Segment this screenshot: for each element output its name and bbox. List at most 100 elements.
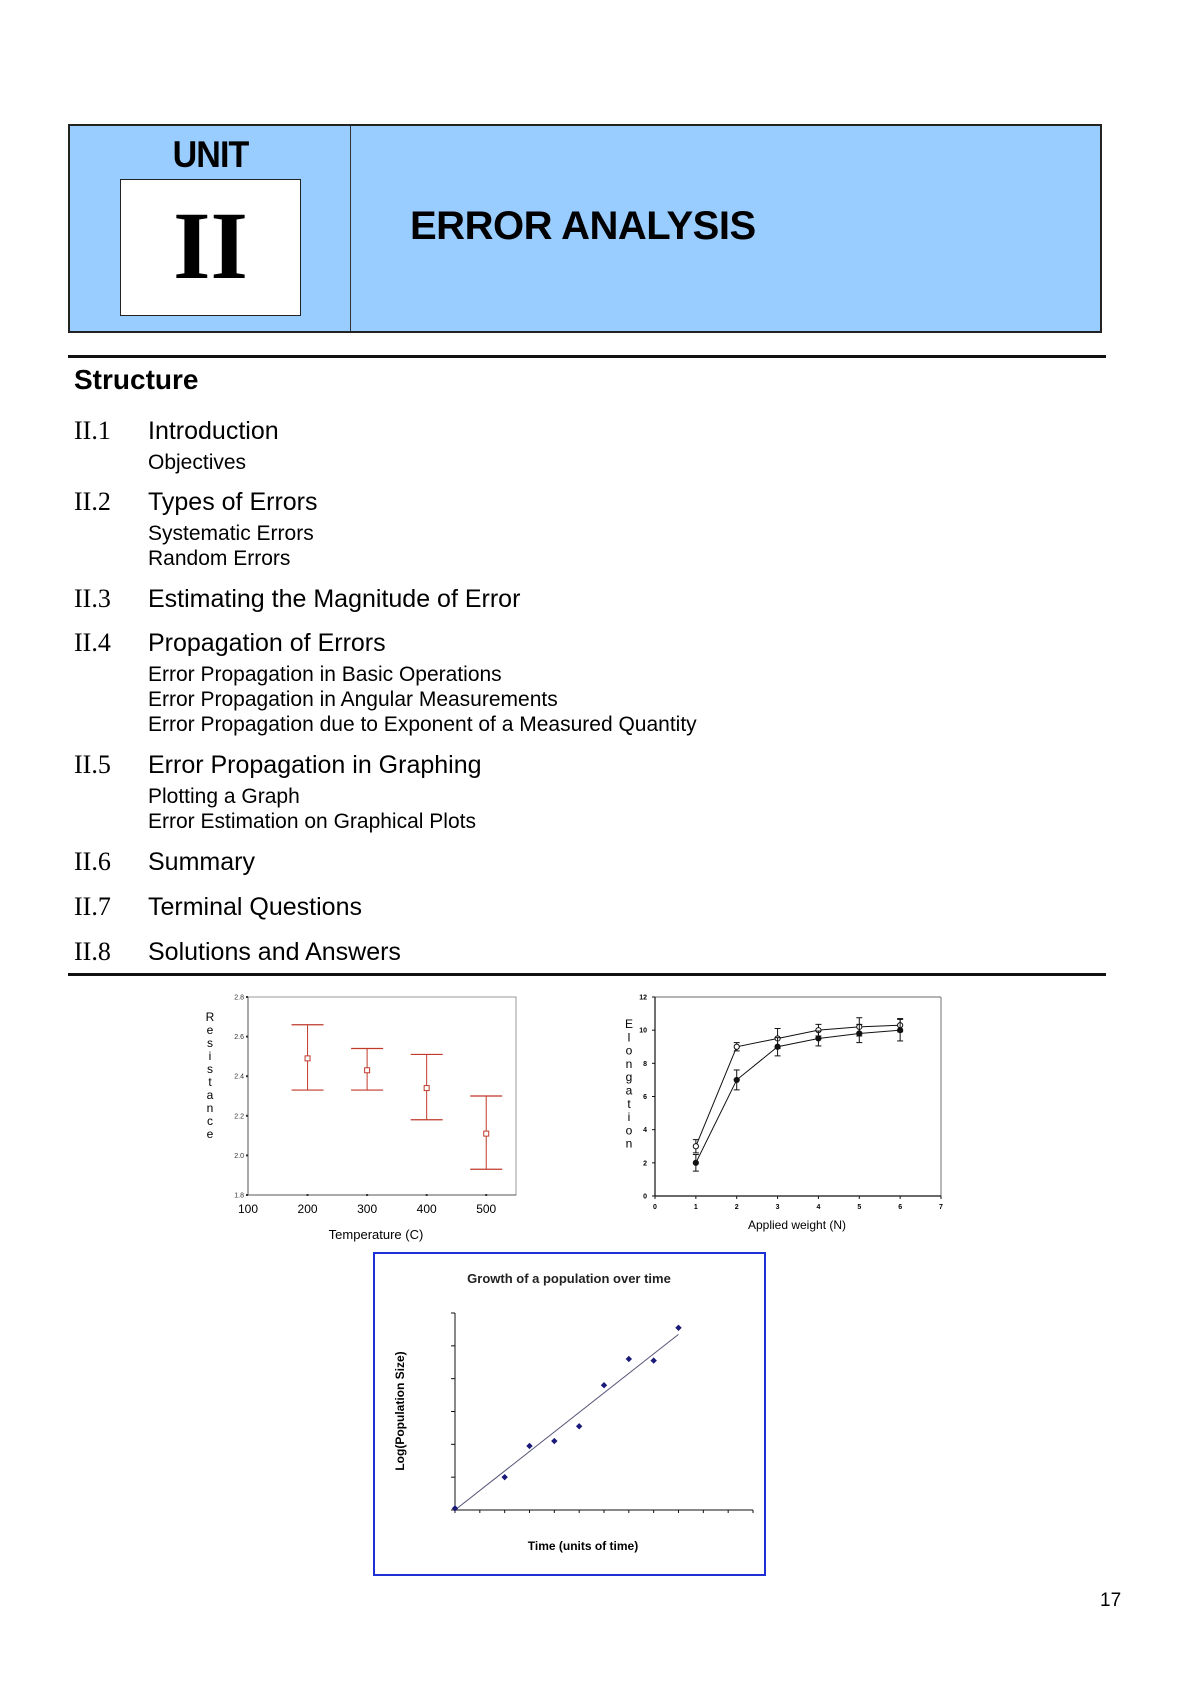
toc-section-number: II.7 xyxy=(74,892,111,921)
y-tick-label: 2.6 xyxy=(234,1034,244,1041)
toc-subsection: Systematic Errors xyxy=(148,522,314,545)
x-tick-label: 4 xyxy=(816,1204,820,1211)
y-axis-label-letter: c xyxy=(207,1114,213,1128)
toc-subsection: Error Propagation in Angular Measurement… xyxy=(148,688,558,711)
filled-data-point xyxy=(692,1159,699,1166)
data-point xyxy=(304,1055,311,1062)
x-tick-label: 200 xyxy=(298,1202,318,1216)
toc-section-number: II.1 xyxy=(74,416,111,445)
data-point-group xyxy=(733,1042,740,1052)
data-point xyxy=(364,1067,371,1074)
y-axis-label-letter: E xyxy=(625,1017,633,1031)
y-axis-label-letter: t xyxy=(208,1075,212,1089)
y-tick-label: 8 xyxy=(643,1061,647,1068)
unit-number-box: II xyxy=(120,179,301,316)
chart-border xyxy=(373,1252,766,1576)
filled-data-point xyxy=(897,1027,904,1034)
x-tick-label: 1 xyxy=(694,1204,698,1211)
unit-title: ERROR ANALYSIS xyxy=(410,204,756,248)
toc-section-title: Summary xyxy=(148,848,255,876)
x-tick xyxy=(306,1194,309,1196)
toc-subsection: Plotting a Graph xyxy=(148,785,300,808)
unit-label: UNIT xyxy=(172,134,250,175)
y-axis-label: Log(Population Size) xyxy=(393,1351,407,1470)
toc-subsection: Error Estimation on Graphical Plots xyxy=(148,810,476,833)
unit-badge-panel: UNIT II xyxy=(70,126,351,331)
toc-section-title: Terminal Questions xyxy=(148,893,362,921)
x-tick-label: 7 xyxy=(939,1204,943,1211)
toc-section-title: Solutions and Answers xyxy=(148,938,401,966)
y-axis-label: Resistance xyxy=(206,1010,215,1141)
y-axis-label-letter: n xyxy=(207,1101,214,1115)
y-axis-label-letter: e xyxy=(207,1023,214,1037)
y-axis-label-letter: l xyxy=(628,1030,631,1044)
y-tick xyxy=(246,1194,248,1196)
open-data-point xyxy=(733,1043,740,1050)
toc-section-title: Types of Errors xyxy=(148,488,318,516)
series-line xyxy=(695,1024,901,1147)
toc-section-title: Propagation of Errors xyxy=(148,629,386,657)
y-tick-label: 1.8 xyxy=(234,1193,244,1200)
toc-section-title: Estimating the Magnitude of Error xyxy=(148,585,521,613)
structure-bottom-rule xyxy=(68,973,1106,976)
y-axis-label-letter: n xyxy=(626,1137,633,1151)
filled-data-point xyxy=(815,1035,822,1042)
toc-section-number: II.3 xyxy=(74,584,111,613)
y-tick-label: 0 xyxy=(643,1194,647,1201)
data-point-group xyxy=(733,1069,740,1091)
x-tick-label: 100 xyxy=(238,1202,258,1216)
x-tick-label: 3 xyxy=(776,1204,780,1211)
y-axis-label-letter: e xyxy=(207,1127,214,1141)
y-axis-label-letter: s xyxy=(207,1036,213,1050)
y-tick-label: 2.2 xyxy=(234,1113,244,1120)
y-axis-label-letter: n xyxy=(626,1057,633,1071)
x-axis-label: Time (units of time) xyxy=(528,1539,638,1553)
population-growth-chart: Growth of a population over time Time (u… xyxy=(373,1252,766,1576)
toc-section-number: II.5 xyxy=(74,750,111,779)
x-tick-label: 500 xyxy=(476,1202,496,1216)
toc-section-title: Error Propagation in Graphing xyxy=(148,751,482,779)
filled-data-point xyxy=(774,1043,781,1050)
page-number: 17 xyxy=(1100,1590,1122,1611)
x-tick-label: 400 xyxy=(417,1202,437,1216)
y-axis-label-letter: i xyxy=(628,1110,631,1124)
y-tick-label: 12 xyxy=(639,995,647,1002)
y-tick-label: 4 xyxy=(643,1127,647,1134)
toc-section-number: II.8 xyxy=(74,937,111,966)
y-tick xyxy=(246,1075,248,1078)
y-axis-label-letter: i xyxy=(209,1049,212,1063)
y-tick xyxy=(246,1114,248,1117)
resistance-temperature-chart: 1.8 2.0 2.2 2.4 2.6 2.8 100 200 300 400 500 Temper… xyxy=(206,995,517,1242)
filled-data-point xyxy=(733,1076,740,1084)
toc-section-number: II.4 xyxy=(74,628,111,657)
toc-subsection: Objectives xyxy=(148,451,247,474)
x-axis-label: Temperature (C) xyxy=(329,1227,424,1242)
y-axis-label-letter: a xyxy=(626,1084,633,1098)
error-bar-point xyxy=(291,1024,324,1091)
y-axis-label-letter: s xyxy=(207,1062,213,1076)
y-tick-label: 2 xyxy=(643,1160,647,1167)
chart-title: Growth of a population over time xyxy=(467,1271,671,1286)
toc-section-number: II.2 xyxy=(74,487,111,516)
x-tick-label: 6 xyxy=(898,1204,902,1211)
y-axis-label-letter: g xyxy=(626,1070,633,1084)
x-tick-label: 2 xyxy=(735,1204,739,1211)
unit-header: UNIT II ERROR ANALYSIS xyxy=(68,124,1102,333)
unit-number: II xyxy=(173,192,248,299)
y-tick-label: 10 xyxy=(639,1028,647,1035)
error-bar-point xyxy=(410,1053,443,1121)
x-tick-label: 0 xyxy=(653,1204,657,1211)
toc-section-number: II.6 xyxy=(74,847,111,876)
x-tick xyxy=(425,1194,428,1196)
x-tick-label: 300 xyxy=(357,1202,377,1216)
y-tick xyxy=(246,1154,248,1157)
y-axis-label: Elongation xyxy=(625,1017,633,1151)
x-axis-label: Applied weight (N) xyxy=(748,1218,846,1232)
series-line xyxy=(695,1029,901,1164)
x-tick xyxy=(366,1194,369,1196)
y-tick xyxy=(246,996,248,998)
error-bar-point xyxy=(470,1095,503,1170)
header-divider xyxy=(68,355,1106,358)
toc-subsection: Random Errors xyxy=(148,547,291,570)
toc-section-title: Introduction xyxy=(148,417,279,445)
